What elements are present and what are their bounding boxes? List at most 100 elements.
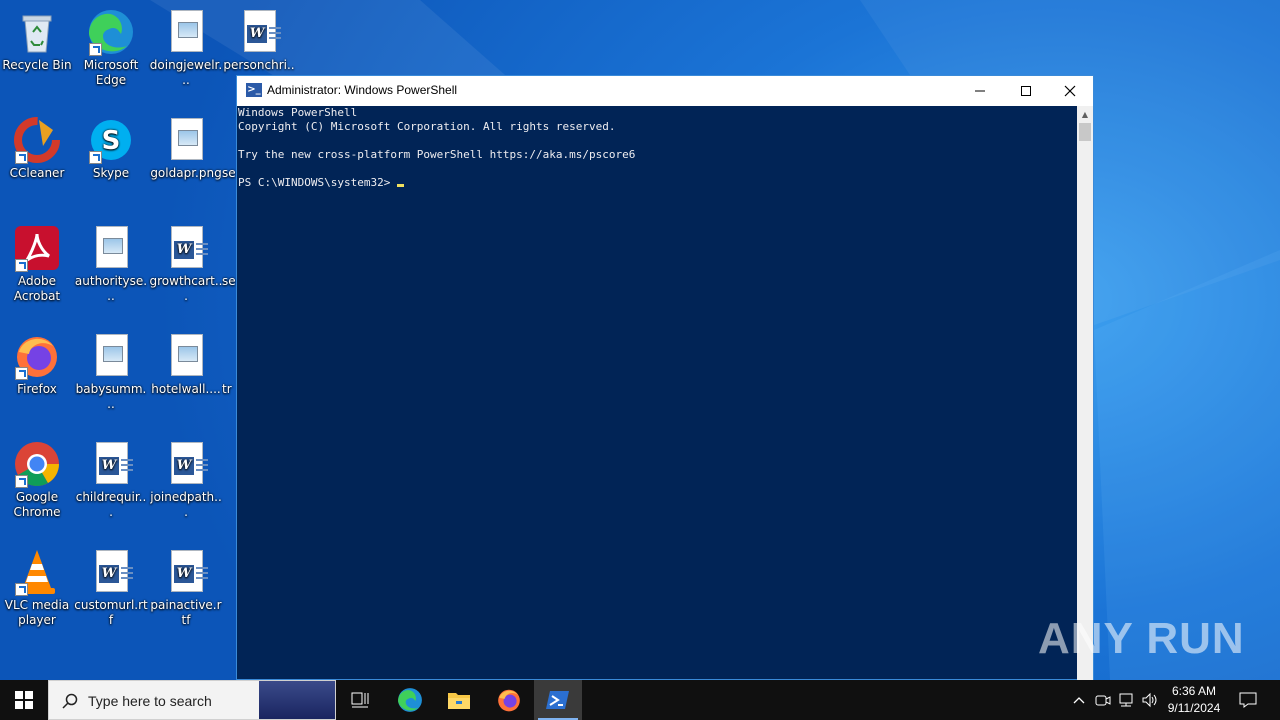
image-file-icon — [162, 332, 210, 380]
desktop-icon-vlc[interactable]: VLC media player — [0, 548, 74, 628]
action-center-button[interactable] — [1234, 680, 1262, 720]
desktop-icon-childrequir[interactable]: W childrequir... — [74, 440, 148, 520]
chevron-up-icon — [1073, 697, 1085, 704]
ccleaner-icon — [13, 116, 61, 164]
svg-text:S: S — [102, 126, 121, 156]
console-prompt-line[interactable]: PS C:\WINDOWS\system32> — [238, 176, 405, 190]
desktop-icon-growthcart[interactable]: W growthcart... — [149, 224, 223, 304]
maximize-icon — [1021, 86, 1031, 96]
vertical-scrollbar[interactable]: ▲ — [1077, 106, 1093, 680]
taskbar-edge-button[interactable] — [386, 680, 434, 720]
window-titlebar[interactable]: >_ Administrator: Windows PowerShell — [237, 76, 1093, 106]
desktop-icon-partial[interactable]: se — [222, 166, 236, 181]
desktop-icon-label: hotelwall.... — [151, 382, 221, 396]
desktop-icon-label: se — [222, 166, 236, 180]
shortcut-arrow-icon — [15, 583, 28, 596]
taskbar-search-box[interactable]: Type here to search — [48, 680, 336, 720]
desktop-icon-goldapr[interactable]: goldapr.png — [149, 116, 223, 181]
show-hidden-icons-button[interactable] — [1068, 680, 1090, 720]
image-file-icon — [87, 332, 135, 380]
scroll-up-arrow-icon[interactable]: ▲ — [1077, 106, 1093, 123]
desktop-icon-label: goldapr.png — [150, 166, 222, 180]
minimize-icon — [975, 90, 985, 92]
taskbar-firefox-button[interactable] — [485, 680, 533, 720]
vlc-icon — [13, 548, 61, 596]
close-button[interactable] — [1047, 76, 1093, 106]
shortcut-arrow-icon — [89, 151, 102, 164]
image-file-icon — [162, 116, 210, 164]
search-icon — [62, 693, 78, 709]
desktop-icon-label: growthcart... — [149, 274, 223, 303]
desktop-icon-firefox[interactable]: Firefox — [0, 332, 74, 397]
desktop-icon-babysumm[interactable]: babysumm... — [74, 332, 148, 412]
desktop-icon-chrome[interactable]: Google Chrome — [0, 440, 74, 520]
task-view-button[interactable] — [336, 680, 384, 720]
desktop-icon-authorityse[interactable]: authorityse... — [74, 224, 148, 304]
desktop-icon-partial[interactable]: tr — [222, 382, 236, 397]
shortcut-arrow-icon — [15, 151, 28, 164]
image-file-icon — [162, 8, 210, 56]
desktop-icon-painactive[interactable]: W painactive.rtf — [149, 548, 223, 628]
firefox-icon — [13, 332, 61, 380]
desktop-icon-skype[interactable]: S Skype — [74, 116, 148, 181]
word-doc-icon: W — [235, 8, 283, 56]
desktop-icon-joinedpath[interactable]: W joinedpath... — [149, 440, 223, 520]
desktop-icon-partial[interactable]: se — [222, 274, 236, 289]
clock-time: 6:36 AM — [1171, 684, 1217, 698]
firefox-icon — [498, 689, 520, 712]
search-placeholder: Type here to search — [88, 693, 212, 709]
skype-icon: S — [87, 116, 135, 164]
desktop-icon-ccleaner[interactable]: CCleaner — [0, 116, 74, 181]
volume-icon — [1142, 692, 1157, 708]
powershell-icon: >_ — [246, 83, 262, 97]
word-doc-icon: W — [87, 548, 135, 596]
desktop-icon-acrobat[interactable]: Adobe Acrobat — [0, 224, 74, 304]
network-icon — [1119, 693, 1133, 707]
scrollbar-thumb[interactable] — [1079, 123, 1091, 141]
minimize-button[interactable] — [957, 76, 1003, 106]
acrobat-icon — [13, 224, 61, 272]
desktop-icon-label: painactive.rtf — [150, 598, 222, 627]
taskbar-file-explorer-button[interactable] — [435, 680, 483, 720]
maximize-button[interactable] — [1003, 76, 1049, 106]
taskbar-clock[interactable]: 6:36 AM 9/11/2024 — [1158, 683, 1230, 717]
console-prompt: PS C:\WINDOWS\system32> — [238, 176, 391, 189]
task-view-icon — [351, 692, 369, 708]
desktop-icon-label: VLC media player — [4, 598, 70, 627]
desktop-icon-doingjewelr[interactable]: doingjewelr... — [149, 8, 223, 88]
image-file-icon — [87, 224, 135, 272]
close-icon — [1064, 85, 1076, 97]
start-button[interactable] — [0, 680, 48, 720]
desktop-icon-label: authorityse... — [74, 274, 148, 303]
clock-date: 9/11/2024 — [1167, 701, 1221, 715]
shortcut-arrow-icon — [15, 367, 28, 380]
desktop-icon-label: doingjewelr... — [149, 58, 223, 87]
notification-icon — [1239, 692, 1257, 708]
desktop-icon-label: Skype — [92, 166, 130, 180]
desktop-icon-hotelwall[interactable]: hotelwall.... — [149, 332, 223, 397]
desktop-icon-recycle-bin[interactable]: Recycle Bin — [0, 8, 74, 73]
desktop-icon-label: Recycle Bin — [2, 58, 72, 72]
tray-network[interactable] — [1115, 680, 1137, 720]
tray-meet-now[interactable] — [1092, 680, 1114, 720]
edge-icon — [398, 688, 422, 712]
desktop-icon-label: Google Chrome — [13, 490, 61, 519]
anyrun-watermark: ANY RUN — [1038, 608, 1245, 670]
chrome-icon — [13, 440, 61, 488]
console-line: Windows PowerShell — [238, 106, 358, 119]
shortcut-arrow-icon — [15, 259, 28, 272]
console-output[interactable]: Windows PowerShell Copyright (C) Microso… — [237, 106, 1077, 680]
meet-now-icon — [1095, 695, 1111, 706]
watermark-text: ANY RUN — [1038, 614, 1245, 663]
powershell-window[interactable]: >_ Administrator: Windows PowerShell Win… — [236, 75, 1094, 680]
desktop-icon-customurl[interactable]: W customurl.rtf — [74, 548, 148, 628]
recycle-bin-icon — [13, 8, 61, 56]
windows-logo-icon — [15, 691, 33, 709]
desktop-icon-label: childrequir... — [75, 490, 147, 519]
shortcut-arrow-icon — [15, 475, 28, 488]
taskbar-powershell-button[interactable] — [534, 680, 582, 720]
taskbar: Type here to search 6:36 AM 9/11/2024 — [0, 680, 1280, 720]
desktop-icon-edge[interactable]: Microsoft Edge — [74, 8, 148, 88]
desktop-icon-label: se — [222, 274, 236, 288]
desktop-icon-label: CCleaner — [9, 166, 65, 180]
